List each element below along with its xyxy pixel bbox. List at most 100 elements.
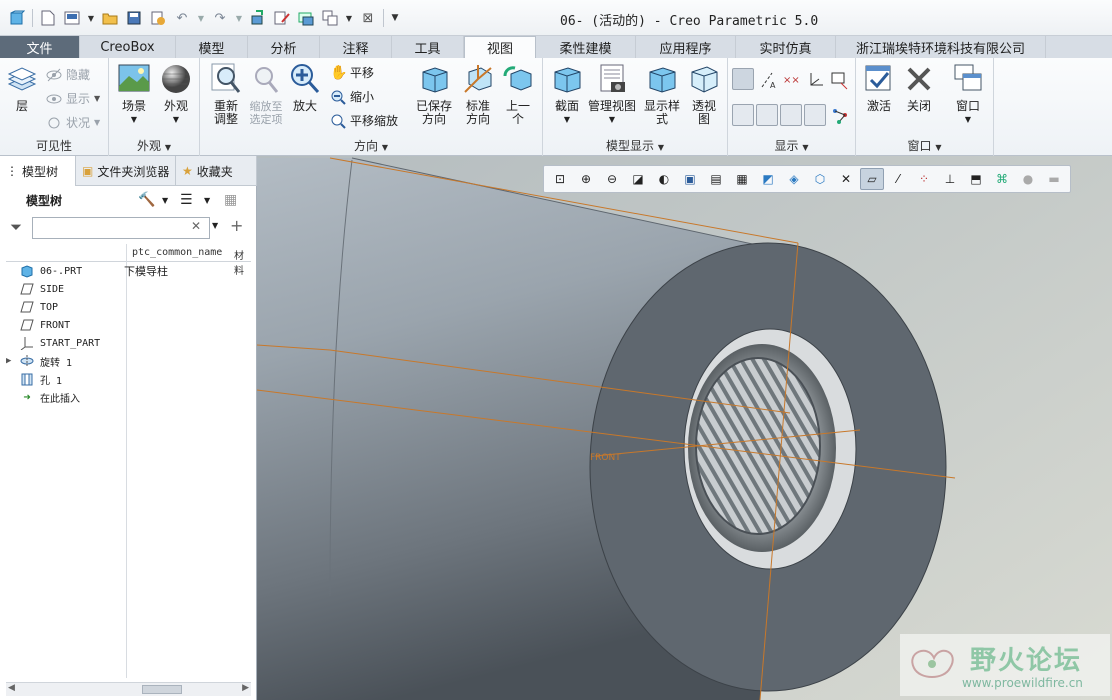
repaint-icon[interactable]: ◪	[626, 168, 650, 190]
add-filter-icon[interactable]: +	[230, 216, 243, 235]
switch-window-icon[interactable]	[321, 9, 339, 27]
tab-model-tree[interactable]: ⋮ 模型树	[0, 156, 76, 186]
plane-display-icon[interactable]	[732, 68, 754, 90]
horizontal-scrollbar[interactable]: ◀ ▶	[6, 682, 251, 696]
tab-file[interactable]: 文件	[0, 36, 80, 58]
annotation-display-icon[interactable]	[828, 68, 850, 90]
tree-search-input[interactable]	[32, 217, 210, 239]
tree-row-side[interactable]: SIDE	[6, 280, 251, 298]
tree-row-insert-here[interactable]: ➜ 在此插入	[6, 388, 251, 406]
model-view[interactable]	[257, 156, 1112, 700]
graphics-settings-icon[interactable]: ●	[1016, 168, 1040, 190]
zoom-in-button[interactable]: 放大	[288, 62, 322, 113]
datum-label-front[interactable]: FRONT	[590, 453, 621, 463]
manage-views-button[interactable]: 管理视图 ▼	[587, 62, 637, 126]
section-button[interactable]: 截面 ▼	[547, 62, 587, 126]
plane-tag-display-icon[interactable]	[732, 104, 754, 126]
zoom-in-icon[interactable]: ⊕	[574, 168, 598, 190]
tree-columns-icon[interactable]: ☰	[180, 192, 193, 208]
csys-tag-display-icon[interactable]	[804, 104, 826, 126]
scroll-left-icon[interactable]: ◀	[8, 683, 15, 693]
scene-button[interactable]: 场景 ▼	[115, 62, 153, 126]
zoom-out-icon[interactable]: ⊖	[600, 168, 624, 190]
tab-analysis[interactable]: 分析	[248, 36, 320, 58]
layer-button[interactable]: 层	[4, 62, 40, 113]
creo-app-icon[interactable]	[8, 9, 26, 27]
show-button[interactable]: 显示 ▼	[46, 90, 100, 107]
tree-row-hole[interactable]: 孔 1	[6, 370, 251, 388]
clear-search-icon[interactable]: ✕	[191, 219, 201, 233]
tab-annotate[interactable]: 注释	[320, 36, 392, 58]
open-folder-icon[interactable]	[101, 9, 119, 27]
close-button[interactable]: 关闭	[900, 62, 938, 113]
standard-orientation-button[interactable]: 标准方向	[458, 62, 498, 126]
perspective-button[interactable]: 透视图	[685, 62, 723, 126]
saved-orientations-icon[interactable]: ▣	[678, 168, 702, 190]
tree-row-start-part[interactable]: START_PART	[6, 334, 251, 352]
tree-row-top[interactable]: TOP	[6, 298, 251, 316]
tree-row-revolve[interactable]: ▶ 旋转 1	[6, 352, 251, 370]
dropdown-arrow-icon[interactable]: ▼	[235, 9, 243, 27]
point-display-icon[interactable]: ⁘	[912, 168, 936, 190]
dropdown-arrow-icon[interactable]: ▼	[87, 9, 95, 27]
save-icon[interactable]	[125, 9, 143, 27]
appearance-button[interactable]: 外观 ▼	[157, 62, 195, 126]
point-display-icon[interactable]: ××	[780, 68, 802, 90]
pan-zoom-button[interactable]: 平移缩放	[330, 112, 398, 129]
tree-filter-grid-icon[interactable]: ▦	[224, 192, 237, 208]
hide-button[interactable]: 隐藏	[46, 66, 90, 83]
annotation-icon[interactable]: ✕	[834, 168, 858, 190]
tab-company[interactable]: 浙江瑞埃特环境科技有限公司	[836, 36, 1046, 58]
tree-row-front[interactable]: FRONT	[6, 316, 251, 334]
point-tag-display-icon[interactable]	[780, 104, 802, 126]
tree-settings-icon[interactable]: 🔨	[138, 192, 155, 208]
zoom-to-selected-button[interactable]: 缩放至选定项	[246, 62, 286, 126]
chevron-down-icon[interactable]: ▼	[162, 196, 168, 205]
display-style-icon[interactable]: ◐	[652, 168, 676, 190]
graphics-window[interactable]: FRONT	[257, 156, 1112, 700]
customize-toolbar-icon[interactable]: ▼	[390, 9, 400, 27]
tab-applications[interactable]: 应用程序	[636, 36, 736, 58]
view-manager-icon[interactable]: ▤	[704, 168, 728, 190]
undo-icon[interactable]: ↶	[173, 9, 191, 27]
csys-display-icon[interactable]	[804, 68, 826, 90]
refit-icon[interactable]: ⊡	[548, 168, 572, 190]
chevron-down-icon[interactable]: ▼	[204, 196, 210, 205]
tab-view[interactable]: 视图	[464, 36, 536, 58]
dropdown-arrow-icon[interactable]: ▼	[345, 9, 353, 27]
zoom-out-button[interactable]: 缩小	[330, 88, 374, 105]
pan-button[interactable]: ✋ 平移	[330, 64, 374, 81]
display-style-button[interactable]: 显示样式	[641, 62, 683, 126]
activate-button[interactable]: 激活	[860, 62, 898, 113]
redo-icon[interactable]: ↷	[211, 9, 229, 27]
refit-button[interactable]: 重新调整	[206, 62, 246, 126]
annotation-display-icon[interactable]: ⬒	[964, 168, 988, 190]
spin-center-icon[interactable]	[828, 104, 850, 126]
close-window-icon[interactable]: ⊠	[359, 9, 377, 27]
filter-funnel-icon[interactable]: ⏷	[10, 218, 22, 236]
tab-live-simulation[interactable]: 实时仿真	[736, 36, 836, 58]
tab-favorites[interactable]: ★ 收藏夹	[176, 156, 257, 186]
axis-display-icon[interactable]: A	[756, 68, 778, 90]
csys-display-icon[interactable]: ⊥	[938, 168, 962, 190]
tree-row-part[interactable]: 06-.PRT 下模导柱	[6, 262, 251, 280]
expand-arrow-icon[interactable]: ▶	[6, 356, 18, 366]
spin-icon[interactable]: ⬡	[808, 168, 832, 190]
edit-icon[interactable]	[273, 9, 291, 27]
tab-flexible-modeling[interactable]: 柔性建模	[536, 36, 636, 58]
plane-display-icon[interactable]: ▱	[860, 168, 884, 190]
dropdown-arrow-icon[interactable]: ▼	[197, 9, 205, 27]
scroll-right-icon[interactable]: ▶	[242, 683, 249, 693]
section-icon[interactable]: ◩	[756, 168, 780, 190]
new-file-icon[interactable]	[39, 9, 57, 27]
previous-orientation-button[interactable]: 上一个	[500, 62, 536, 126]
chevron-down-icon[interactable]: ▼	[212, 221, 218, 230]
column-ptc-common-name[interactable]: ptc_common_name	[132, 247, 222, 258]
axis-tag-display-icon[interactable]	[756, 104, 778, 126]
tab-creobox[interactable]: CreoBox	[80, 36, 176, 58]
toolbar-options-icon[interactable]: ▬	[1042, 168, 1066, 190]
status-button[interactable]: 状况 ▼	[46, 114, 100, 131]
tab-model[interactable]: 模型	[176, 36, 248, 58]
scroll-thumb[interactable]	[142, 685, 182, 694]
perspective-view-icon[interactable]: ▦	[730, 168, 754, 190]
